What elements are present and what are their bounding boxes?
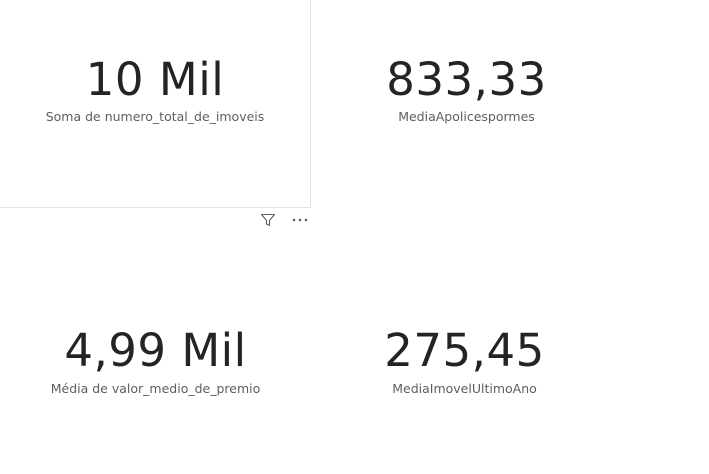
- card-media-apolices[interactable]: 833,33 MediaApolicespormes: [386, 0, 709, 208]
- card-label: Média de valor_medio_de_premio: [50, 381, 261, 396]
- card-value: 275,45: [384, 324, 545, 377]
- card-value: 10 Mil: [85, 53, 225, 106]
- card-total-imoveis[interactable]: 10 Mil Soma de numero_total_de_imoveis: [0, 0, 311, 208]
- card-valor-medio-premio[interactable]: 4,99 Mil Média de valor_medio_de_premio: [0, 262, 311, 474]
- filter-button[interactable]: [258, 210, 278, 230]
- card-label: MediaImovelUltimoAno: [392, 381, 537, 396]
- visual-header: [258, 210, 310, 230]
- card-label: MediaApolicespormes: [398, 109, 535, 124]
- card-media-imovel-ultimo-ano[interactable]: 275,45 MediaImovelUltimoAno: [384, 262, 709, 474]
- more-options-button[interactable]: [290, 210, 310, 230]
- card-value: 4,99 Mil: [64, 324, 247, 377]
- filter-icon: [260, 213, 276, 227]
- card-label: Soma de numero_total_de_imoveis: [45, 109, 265, 124]
- report-canvas: 10 Mil Soma de numero_total_de_imoveis 8…: [0, 0, 709, 474]
- more-options-icon: [292, 218, 308, 222]
- card-value: 833,33: [386, 53, 547, 106]
